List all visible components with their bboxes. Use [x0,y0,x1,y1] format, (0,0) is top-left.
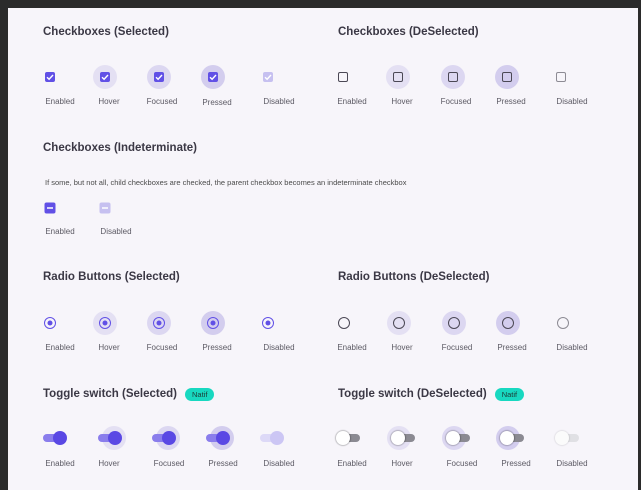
checkbox-deselected-focused[interactable] [448,72,458,82]
checkbox-selected-pressed[interactable] [208,72,218,82]
indeterminate-description: If some, but not all, child checkboxes a… [45,178,407,187]
natif-badge: Natif [184,387,215,401]
radio-selected-enabled[interactable] [44,317,56,329]
toggle-deselected-title-text: Toggle switch (DeSelected) [338,388,487,400]
toggle-thumb [108,431,122,445]
state-label-hover: Hover [98,459,120,468]
radio-selected-focused[interactable] [153,317,165,329]
state-label-disabled: Disabled [263,459,295,468]
toggle-thumb [53,431,67,445]
toggle-deselected-hover[interactable] [391,431,415,445]
indeterminate-label-enabled: Enabled [45,227,75,236]
toggle-selected-pressed[interactable] [206,431,230,445]
toggle-deselected-disabled [555,431,579,445]
radio-deselected-title: Radio Buttons (DeSelected) [338,271,490,283]
state-label-pressed: Pressed [208,459,238,468]
toggle-selected-hover[interactable] [98,431,122,445]
state-label-focused: Focused [446,459,478,468]
state-label-hover: Hover [98,97,120,106]
state-label-focused: Focused [146,343,178,352]
checkbox-indeterminate-enabled[interactable] [44,202,56,214]
toggle-deselected-enabled[interactable] [336,431,360,445]
check-icon [155,74,163,81]
toggle-thumb [555,431,569,445]
state-label-enabled: Enabled [45,459,75,468]
toggle-selected-enabled[interactable] [43,431,67,445]
minus-icon [102,207,108,209]
radio-deselected-enabled[interactable] [338,317,350,329]
checkboxes-deselected-title: Checkboxes (DeSelected) [338,26,479,38]
radio-selected-hover[interactable] [99,317,111,329]
checkbox-selected-hover[interactable] [100,72,110,82]
checkboxes-indeterminate-title: Checkboxes (Indeterminate) [43,142,198,154]
check-icon [101,74,109,81]
toggle-selected-title: Toggle switch (Selected) Natif [43,386,215,402]
toggle-selected-focused[interactable] [152,431,176,445]
checkbox-deselected-disabled [556,72,566,82]
state-label-focused: Focused [441,343,473,352]
toggle-deselected-pressed[interactable] [500,431,524,445]
toggle-thumb [391,431,405,445]
check-icon [209,74,217,81]
state-label-hover: Hover [391,97,413,106]
state-label-enabled: Enabled [45,343,75,352]
toggle-thumb [270,431,284,445]
state-label-focused: Focused [153,459,185,468]
indeterminate-label-disabled: Disabled [100,227,132,236]
radio-selected-title: Radio Buttons (Selected) [43,271,180,283]
checkbox-deselected-hover[interactable] [393,72,403,82]
state-label-hover: Hover [98,343,120,352]
state-label-disabled: Disabled [556,343,588,352]
state-label-pressed: Pressed [501,459,531,468]
radio-deselected-disabled [557,317,569,329]
toggle-deselected-title: Toggle switch (DeSelected) Natif [338,386,525,402]
state-label-enabled: Enabled [337,97,367,106]
checkbox-deselected-pressed[interactable] [502,72,512,82]
radio-selected-pressed[interactable] [207,317,219,329]
state-label-hover: Hover [391,343,413,352]
radio-deselected-focused[interactable] [448,317,460,329]
state-label-hover: Hover [391,459,413,468]
state-label-enabled: Enabled [337,459,367,468]
state-label-disabled: Disabled [263,97,295,106]
state-label-disabled: Disabled [263,343,295,352]
checkbox-indeterminate-disabled [99,202,111,214]
radio-deselected-pressed[interactable] [502,317,514,329]
toggle-thumb [162,431,176,445]
checkbox-selected-focused[interactable] [154,72,164,82]
toggle-thumb [500,431,514,445]
toggle-deselected-focused[interactable] [446,431,470,445]
state-label-focused: Focused [440,97,472,106]
state-label-pressed: Pressed [202,98,232,107]
toggle-selected-title-text: Toggle switch (Selected) [43,388,177,400]
radio-deselected-hover[interactable] [393,317,405,329]
checkbox-selected-disabled [263,72,273,82]
state-label-pressed: Pressed [496,97,526,106]
radio-selected-disabled [262,317,274,329]
state-label-pressed: Pressed [497,343,527,352]
state-label-enabled: Enabled [337,343,367,352]
state-label-disabled: Disabled [556,459,588,468]
state-label-focused: Focused [146,97,178,106]
minus-icon [47,207,53,209]
check-icon [264,74,272,81]
toggle-thumb [216,431,230,445]
state-label-pressed: Pressed [202,343,232,352]
toggle-thumb [336,431,350,445]
checkboxes-selected-title: Checkboxes (Selected) [43,26,169,38]
checkbox-selected-enabled[interactable] [45,72,55,82]
checkbox-deselected-enabled[interactable] [338,72,348,82]
natif-badge: Natif [494,387,525,401]
state-label-disabled: Disabled [556,97,588,106]
state-label-enabled: Enabled [45,97,75,106]
toggle-thumb [446,431,460,445]
toggle-selected-disabled [260,431,284,445]
check-icon [46,74,54,81]
